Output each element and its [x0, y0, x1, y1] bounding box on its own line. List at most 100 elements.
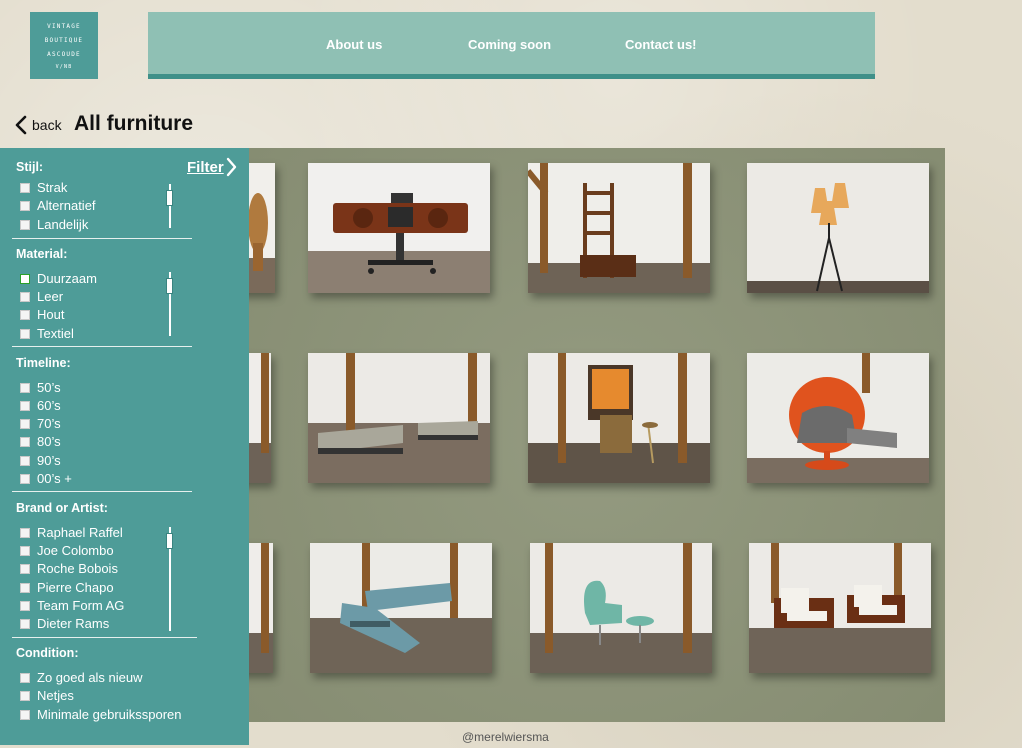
option-label: Alternatief: [37, 198, 96, 213]
wooden-shelf-image: [528, 163, 710, 293]
egg-chair-image: [530, 543, 712, 673]
logo-line: VINTAGE: [47, 23, 81, 30]
logo-line: V/NB: [55, 64, 73, 70]
product-thumbnail[interactable]: [528, 353, 710, 483]
filter-option-strak[interactable]: Strak: [20, 180, 67, 195]
option-label: Dieter Rams: [37, 616, 110, 631]
filter-group-title: Brand or Artist:: [16, 501, 108, 515]
filter-option-roche-bobois[interactable]: Roche Bobois: [20, 561, 118, 576]
checkbox[interactable]: [20, 473, 30, 484]
page-title: All furniture: [74, 112, 193, 135]
product-thumbnail[interactable]: [310, 543, 492, 673]
product-thumbnail[interactable]: [528, 163, 710, 293]
option-label: Landelijk: [37, 217, 89, 232]
filter-group-title: Stijl:: [16, 160, 44, 174]
checkbox[interactable]: [20, 182, 30, 193]
checkbox-checked[interactable]: [20, 273, 30, 284]
product-thumbnail[interactable]: [308, 163, 490, 293]
filter-label: Filter: [187, 158, 224, 176]
orange-pod-chair-image: [747, 353, 929, 483]
checkbox[interactable]: [20, 600, 30, 611]
divider: [12, 491, 192, 492]
option-label: Leer: [37, 289, 64, 304]
checkbox[interactable]: [20, 527, 30, 538]
checkbox[interactable]: [20, 418, 30, 429]
filter-option-team-form-ag[interactable]: Team Form AG: [20, 598, 124, 613]
nav-contact-link[interactable]: Contact us!: [625, 37, 697, 52]
filter-group-title: Material:: [16, 247, 68, 261]
filter-option-60s[interactable]: 60’s: [20, 398, 61, 413]
checkbox[interactable]: [20, 709, 30, 720]
checkbox[interactable]: [20, 328, 30, 339]
logo-line: BOUTIQUE: [44, 37, 84, 44]
checkbox[interactable]: [20, 618, 30, 629]
checkbox[interactable]: [20, 582, 30, 593]
option-label: 60’s: [37, 398, 61, 413]
back-button[interactable]: back: [14, 115, 62, 135]
option-label: 80’s: [37, 434, 61, 449]
blue-sofa-image: [310, 543, 492, 673]
filter-group-title: Timeline:: [16, 356, 71, 370]
divider: [12, 238, 192, 239]
checkbox[interactable]: [20, 291, 30, 302]
checkbox[interactable]: [20, 200, 30, 211]
filter-option-zo-goed-als-nieuw[interactable]: Zo goed als nieuw: [20, 670, 143, 685]
option-label: 70’s: [37, 416, 61, 431]
filter-option-leer[interactable]: Leer: [20, 289, 63, 304]
checkbox[interactable]: [20, 455, 30, 466]
option-label: Minimale gebruikssporen: [37, 707, 182, 722]
nav-about-link[interactable]: About us: [326, 37, 382, 52]
option-label: Joe Colombo: [37, 543, 114, 558]
checkbox[interactable]: [20, 672, 30, 683]
product-thumbnail[interactable]: [747, 163, 929, 293]
filter-option-00s-plus[interactable]: 00’s +: [20, 471, 72, 486]
filter-option-raphael-raffel[interactable]: Raphael Raffel: [20, 525, 123, 540]
filter-option-minimale-gebruikssporen[interactable]: Minimale gebruikssporen: [20, 707, 182, 722]
divider: [12, 637, 197, 638]
divider: [12, 346, 192, 347]
scroll-slider-handle[interactable]: [166, 533, 173, 549]
product-thumbnail[interactable]: [747, 353, 929, 483]
product-thumbnail[interactable]: [530, 543, 712, 673]
product-gallery: [89, 148, 945, 722]
product-thumbnail[interactable]: [749, 543, 931, 673]
filter-option-joe-colombo[interactable]: Joe Colombo: [20, 543, 114, 558]
filter-option-landelijk[interactable]: Landelijk: [20, 217, 88, 232]
checkbox[interactable]: [20, 436, 30, 447]
option-label: Textiel: [37, 326, 74, 341]
checkbox[interactable]: [20, 545, 30, 556]
filter-option-50s[interactable]: 50’s: [20, 380, 61, 395]
option-label: 90’s: [37, 453, 61, 468]
filter-group-title: Condition:: [16, 646, 79, 660]
checkbox[interactable]: [20, 219, 30, 230]
scroll-slider-handle[interactable]: [166, 278, 173, 294]
checkbox[interactable]: [20, 382, 30, 393]
logo[interactable]: VINTAGE BOUTIQUE ASCOUDE V/NB: [30, 12, 98, 79]
option-label: Team Form AG: [37, 598, 125, 613]
nav-coming-soon-link[interactable]: Coming soon: [468, 37, 551, 52]
option-label: Duurzaam: [37, 271, 97, 286]
filter-option-alternatief[interactable]: Alternatief: [20, 198, 96, 213]
filter-option-duurzaam[interactable]: Duurzaam: [20, 271, 97, 286]
checkbox[interactable]: [20, 400, 30, 411]
option-label: Raphael Raffel: [37, 525, 123, 540]
filter-option-80s[interactable]: 80’s: [20, 434, 61, 449]
filter-option-textiel[interactable]: Textiel: [20, 326, 74, 341]
checkbox[interactable]: [20, 690, 30, 701]
checkbox[interactable]: [20, 309, 30, 320]
filter-option-hout[interactable]: Hout: [20, 307, 64, 322]
product-thumbnail[interactable]: [308, 353, 490, 483]
scroll-slider-handle[interactable]: [166, 190, 173, 206]
filter-option-dieter-rams[interactable]: Dieter Rams: [20, 616, 109, 631]
chevron-right-icon: [226, 157, 236, 177]
logo-line: ASCOUDE: [47, 51, 81, 58]
filter-option-70s[interactable]: 70’s: [20, 416, 61, 431]
floor-lamp-image: [747, 163, 929, 293]
filter-option-netjes[interactable]: Netjes: [20, 688, 74, 703]
filter-option-pierre-chapo[interactable]: Pierre Chapo: [20, 580, 114, 595]
option-label: Hout: [37, 307, 65, 322]
filter-option-90s[interactable]: 90’s: [20, 453, 61, 468]
filter-sidebar: Filter Stijl: Strak Alternatief Landelij…: [0, 148, 249, 745]
filter-toggle-button[interactable]: Filter: [187, 157, 238, 177]
checkbox[interactable]: [20, 563, 30, 574]
